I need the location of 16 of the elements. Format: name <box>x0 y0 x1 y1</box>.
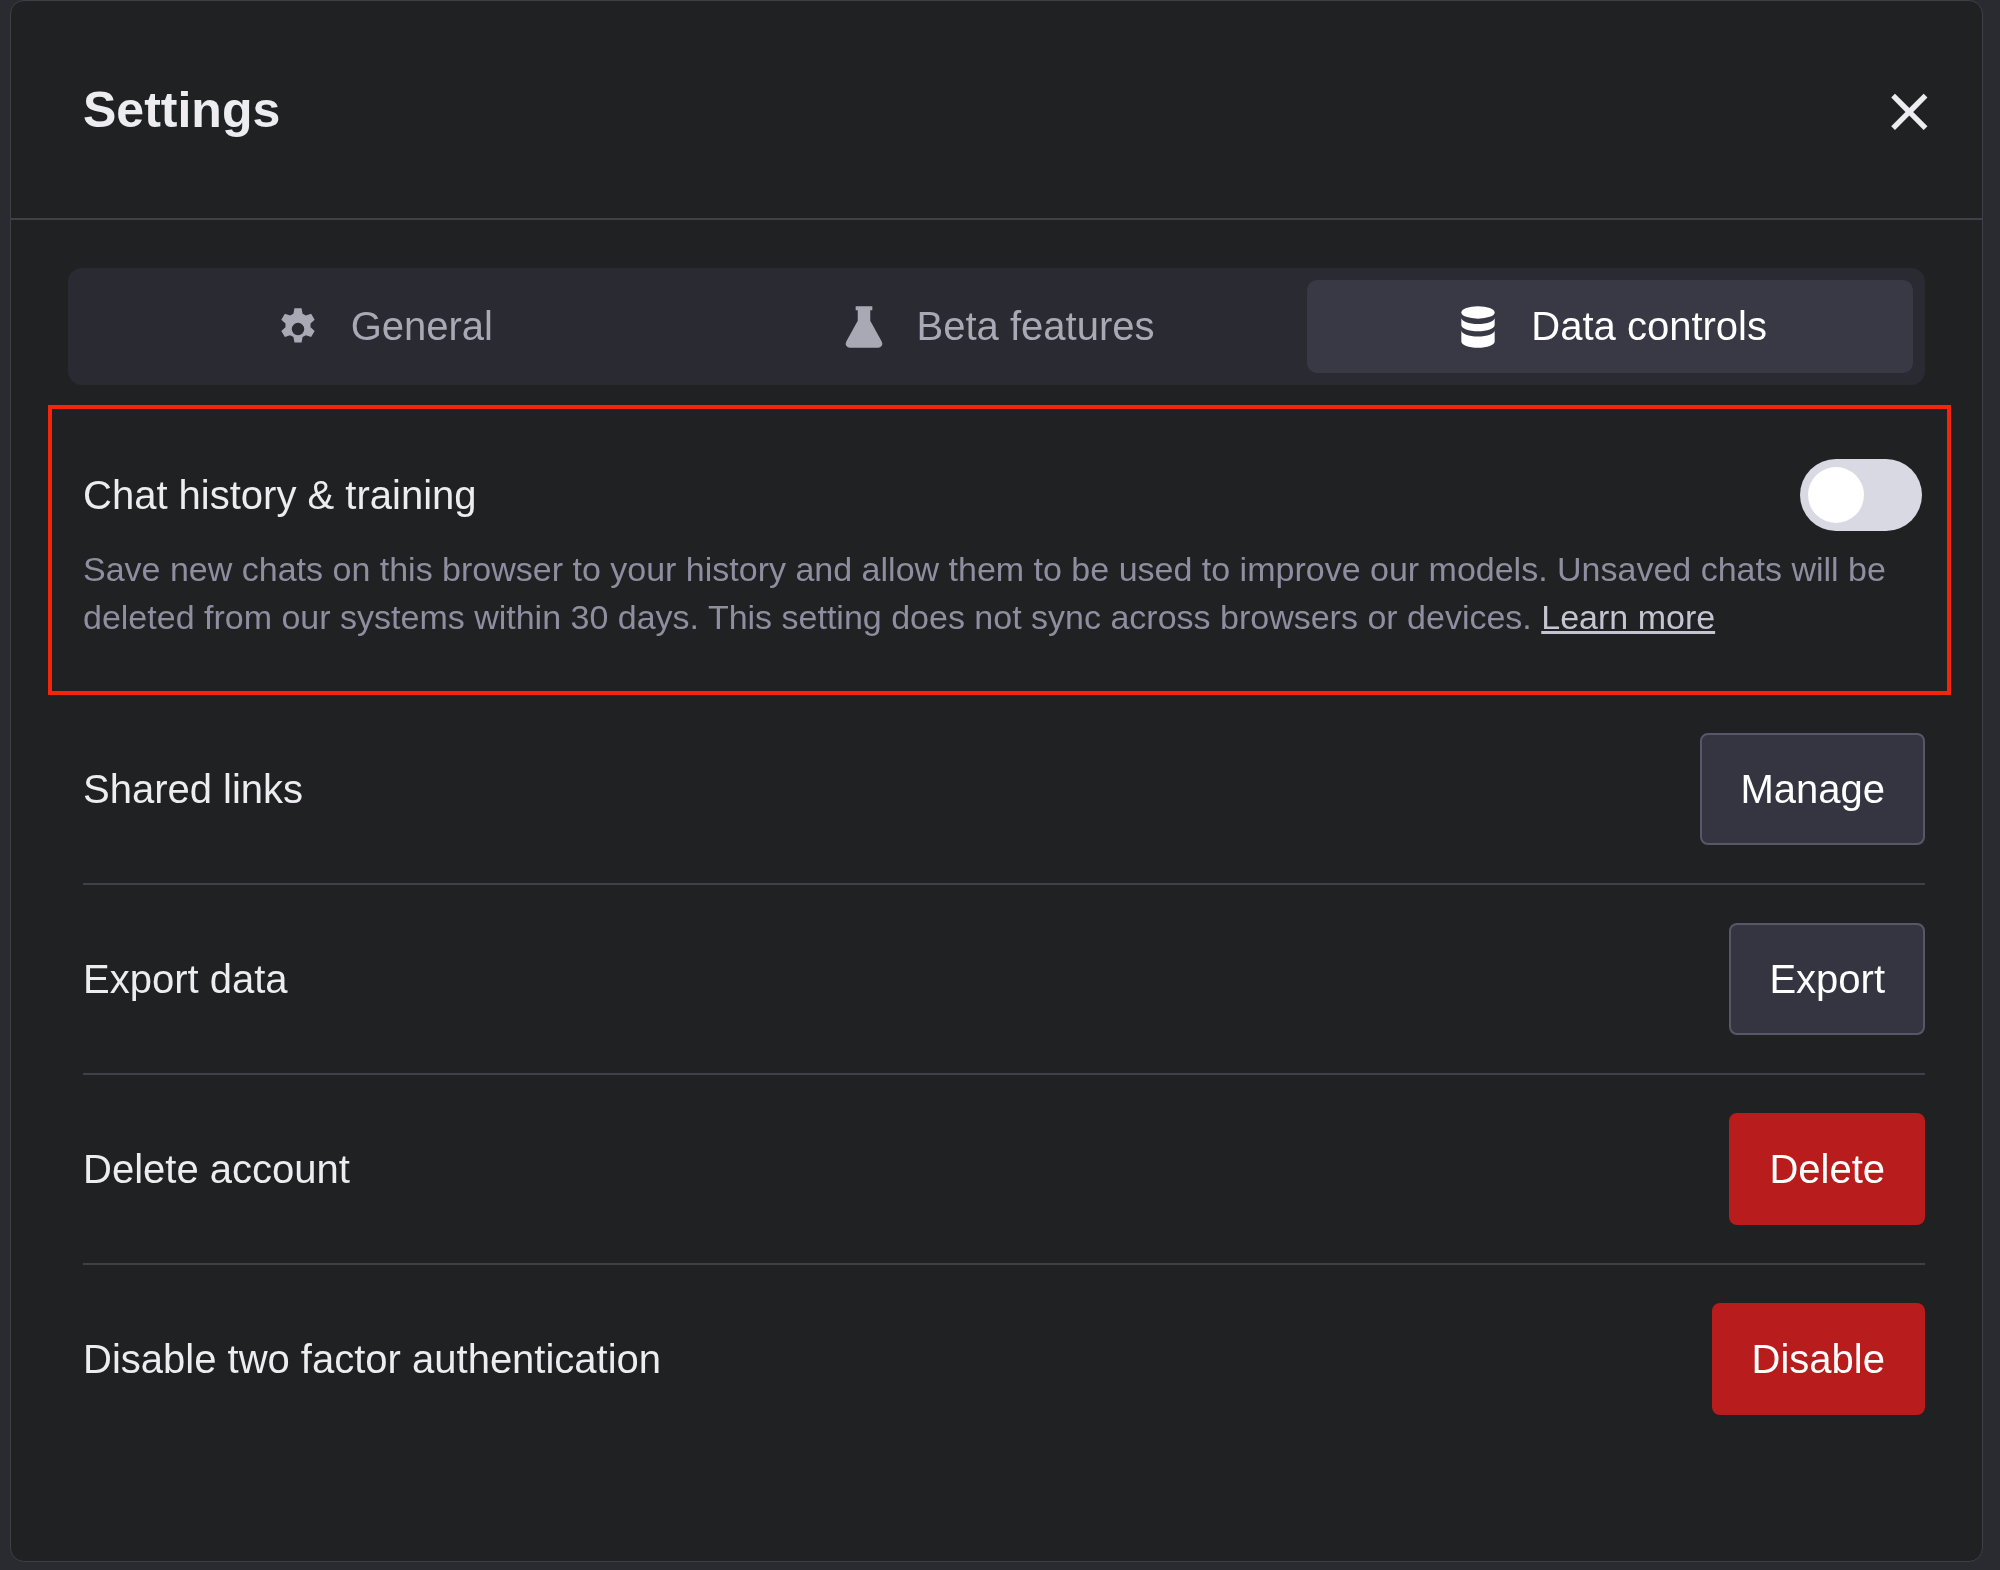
danger-button[interactable]: Delete <box>1729 1113 1925 1225</box>
action-button[interactable]: Export <box>1729 923 1925 1035</box>
setting-label: Disable two factor authentication <box>83 1336 662 1382</box>
danger-button[interactable]: Disable <box>1711 1303 1925 1415</box>
setting-label: Shared links <box>83 766 304 812</box>
close-button[interactable]: × <box>1876 77 1942 142</box>
action-button[interactable]: Manage <box>1700 733 1925 845</box>
setting-description: Save new chats on this browser to your history and allow them to be used to improve our models. Unsaved chats will be deleted from our systems within 30 days. This setting does not sync across browsers or devices. Learn more <box>83 549 1887 638</box>
dialog-title: Settings <box>83 80 281 139</box>
tab[interactable]: Beta features <box>693 280 1300 373</box>
tab[interactable]: Data controls <box>1307 280 1913 373</box>
tab[interactable]: General <box>80 280 686 373</box>
setting-label: Delete account <box>83 1146 350 1192</box>
learn-more-link[interactable]: Learn more <box>1541 598 1716 636</box>
setting-label: Export data <box>83 956 288 1002</box>
setting-label: Chat history & training <box>83 472 477 518</box>
